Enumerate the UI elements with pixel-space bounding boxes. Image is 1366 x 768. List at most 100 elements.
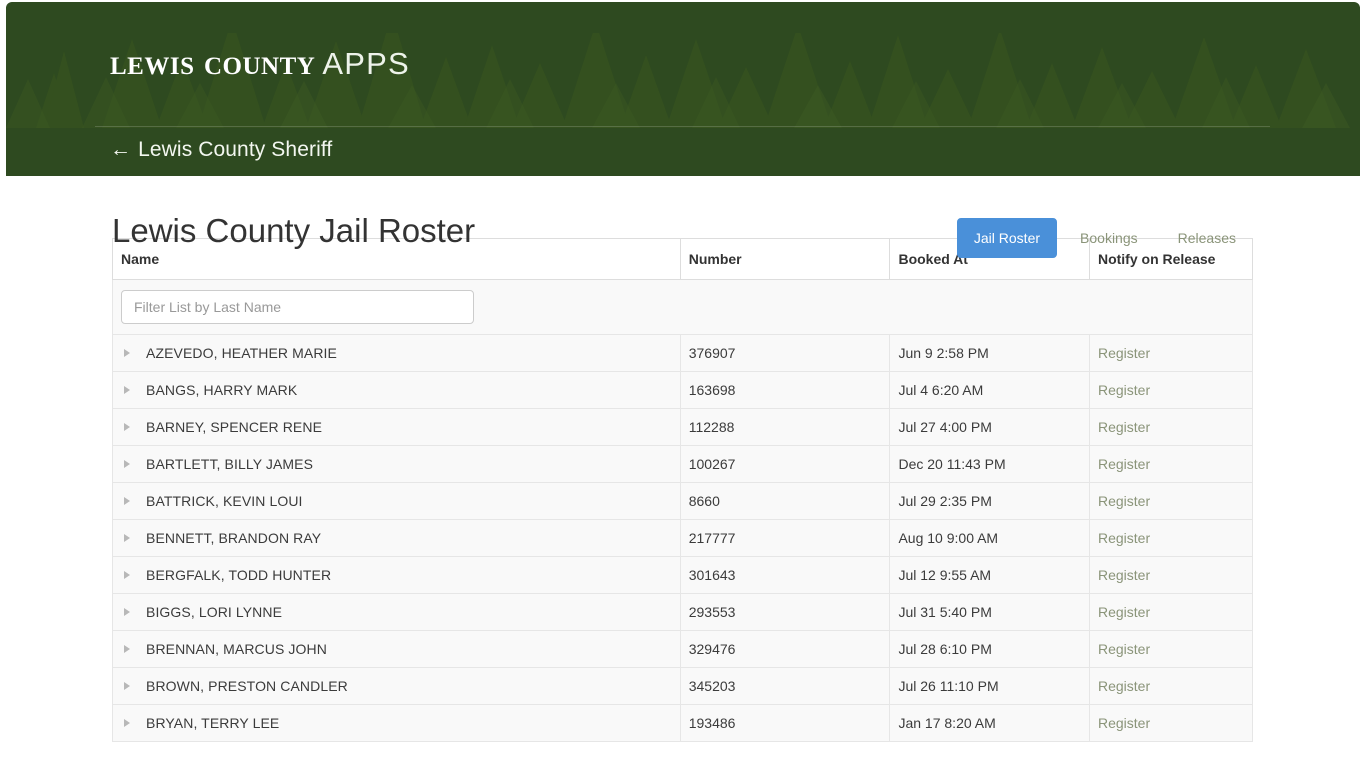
cell-name: BRYAN, TERRY LEE — [112, 704, 681, 742]
inmate-name: BATTRICK, KEVIN LOUI — [146, 493, 303, 509]
cell-notify-on-release: Register — [1088, 334, 1254, 372]
jail-roster-table: Name Number Booked At Notify on Release … — [112, 238, 1254, 742]
name-cell-inner: BARTLETT, BILLY JAMES — [121, 456, 672, 472]
main-content: Lewis County Jail Roster Jail Roster Boo… — [0, 176, 1366, 742]
cell-number: 293553 — [679, 593, 891, 631]
cell-notify-on-release: Register — [1088, 630, 1254, 668]
inmate-name: BANGS, HARRY MARK — [146, 382, 298, 398]
cell-booked-at: Jan 17 8:20 AM — [889, 704, 1090, 742]
cell-number: 345203 — [679, 667, 891, 705]
site-header: Lewis County APPS ← Lewis County Sheriff — [6, 2, 1360, 176]
cell-booked-at: Jun 9 2:58 PM — [889, 334, 1090, 372]
cell-number: 193486 — [679, 704, 891, 742]
name-cell-inner: AZEVEDO, HEATHER MARIE — [121, 345, 672, 361]
cell-name: BARNEY, SPENCER RENE — [112, 408, 681, 446]
cell-booked-at: Jul 31 5:40 PM — [889, 593, 1090, 631]
column-header-number: Number — [679, 238, 891, 280]
expand-triangle-icon[interactable] — [124, 534, 130, 542]
cell-notify-on-release: Register — [1088, 667, 1254, 705]
name-cell-inner: BERGFALK, TODD HUNTER — [121, 567, 672, 583]
table-row[interactable]: BROWN, PRESTON CANDLER 345203 Jul 26 11:10… — [112, 667, 1254, 705]
table-row[interactable]: AZEVEDO, HEATHER MARIE 376907 Jun 9 2:58 P… — [112, 334, 1254, 372]
back-to-sheriff-label: Lewis County Sheriff — [138, 138, 333, 161]
left-arrow-icon: ← — [110, 138, 132, 161]
cell-notify-on-release: Register — [1088, 593, 1254, 631]
filter-cell — [112, 279, 1253, 335]
table-body: AZEVEDO, HEATHER MARIE 376907Jun 9 2:58 P… — [112, 279, 1254, 742]
expand-triangle-icon[interactable] — [124, 608, 130, 616]
table-row[interactable]: BENNETT, BRANDON RAY 217777 Aug 10 9:00 AM… — [112, 519, 1254, 557]
cell-name: BRENNAN, MARCUS JOHN — [112, 630, 681, 668]
register-link[interactable]: Register — [1098, 456, 1150, 472]
inmate-name: BRENNAN, MARCUS JOHN — [146, 641, 327, 657]
expand-triangle-icon[interactable] — [124, 386, 130, 394]
expand-triangle-icon[interactable] — [124, 571, 130, 579]
cell-notify-on-release: Register — [1088, 704, 1254, 742]
register-link[interactable]: Register — [1098, 382, 1150, 398]
cell-name: BIGGS, LORI LYNNE — [112, 593, 681, 631]
expand-triangle-icon[interactable] — [124, 645, 130, 653]
expand-triangle-icon[interactable] — [124, 423, 130, 431]
table-row[interactable]: BERGFALK, TODD HUNTER 301643 Jul 12 9:55 A… — [112, 556, 1254, 594]
expand-triangle-icon[interactable] — [124, 682, 130, 690]
register-link[interactable]: Register — [1098, 604, 1150, 620]
page-header-row: Lewis County Jail Roster Jail Roster Boo… — [112, 176, 1253, 259]
inmate-name: BROWN, PRESTON CANDLER — [146, 678, 348, 694]
register-link[interactable]: Register — [1098, 493, 1150, 509]
name-cell-inner: BROWN, PRESTON CANDLER — [121, 678, 672, 694]
register-link[interactable]: Register — [1098, 419, 1150, 435]
cell-booked-at: Jul 29 2:35 PM — [889, 482, 1090, 520]
name-cell-inner: BRYAN, TERRY LEE — [121, 715, 672, 731]
cell-number: 217777 — [679, 519, 891, 557]
register-link[interactable]: Register — [1098, 715, 1150, 731]
cell-booked-at: Aug 10 9:00 AM — [889, 519, 1090, 557]
register-link[interactable]: Register — [1098, 678, 1150, 694]
cell-booked-at: Jul 4 6:20 AM — [889, 371, 1090, 409]
cell-name: BROWN, PRESTON CANDLER — [112, 667, 681, 705]
tab-bookings[interactable]: Bookings — [1063, 218, 1155, 258]
cell-booked-at: Dec 20 11:43 PM — [889, 445, 1090, 483]
expand-triangle-icon[interactable] — [124, 719, 130, 727]
table-row[interactable]: BATTRICK, KEVIN LOUI 8660 Jul 29 2:35 PM Re… — [112, 482, 1254, 520]
cell-number: 301643 — [679, 556, 891, 594]
name-cell-inner: BARNEY, SPENCER RENE — [121, 419, 672, 435]
back-to-sheriff-link[interactable]: ← Lewis County Sheriff — [110, 138, 332, 162]
inmate-name: BIGGS, LORI LYNNE — [146, 604, 283, 620]
cell-booked-at: Jul 12 9:55 AM — [889, 556, 1090, 594]
name-cell-inner: BENNETT, BRANDON RAY — [121, 530, 672, 546]
name-cell-inner: BATTRICK, KEVIN LOUI — [121, 493, 672, 509]
register-link[interactable]: Register — [1098, 530, 1150, 546]
expand-triangle-icon[interactable] — [124, 497, 130, 505]
table-row[interactable]: BANGS, HARRY MARK 163698 Jul 4 6:20 AM Regi… — [112, 371, 1254, 409]
cell-notify-on-release: Register — [1088, 408, 1254, 446]
cell-number: 163698 — [679, 371, 891, 409]
cell-notify-on-release: Register — [1088, 371, 1254, 409]
brand-primary-text: Lewis County — [110, 42, 316, 82]
cell-booked-at: Jul 27 4:00 PM — [889, 408, 1090, 446]
name-cell-inner: BANGS, HARRY MARK — [121, 382, 672, 398]
cell-booked-at: Jul 26 11:10 PM — [889, 667, 1090, 705]
tab-jail-roster[interactable]: Jail Roster — [956, 218, 1058, 259]
filter-row — [112, 279, 1253, 335]
cell-name: BATTRICK, KEVIN LOUI — [112, 482, 681, 520]
header-divider — [95, 126, 1270, 127]
inmate-name: BENNETT, BRANDON RAY — [146, 530, 322, 546]
table-row[interactable]: BARTLETT, BILLY JAMES 100267 Dec 20 11:43 … — [112, 445, 1254, 483]
expand-triangle-icon[interactable] — [124, 349, 130, 357]
name-cell-inner: BIGGS, LORI LYNNE — [121, 604, 672, 620]
expand-triangle-icon[interactable] — [124, 460, 130, 468]
register-link[interactable]: Register — [1098, 345, 1150, 361]
register-link[interactable]: Register — [1098, 567, 1150, 583]
table-row[interactable]: BRYAN, TERRY LEE 193486 Jan 17 8:20 AM Regi… — [112, 704, 1254, 742]
inmate-name: BARTLETT, BILLY JAMES — [146, 456, 314, 472]
cell-number: 329476 — [679, 630, 891, 668]
register-link[interactable]: Register — [1098, 641, 1150, 657]
table-row[interactable]: BRENNAN, MARCUS JOHN 329476 Jul 28 6:10 PM… — [112, 630, 1254, 668]
cell-notify-on-release: Register — [1088, 482, 1254, 520]
cell-name: BANGS, HARRY MARK — [112, 371, 681, 409]
table-row[interactable]: BARNEY, SPENCER RENE 112288 Jul 27 4:00 PM… — [112, 408, 1254, 446]
cell-booked-at: Jul 28 6:10 PM — [889, 630, 1090, 668]
tab-releases[interactable]: Releases — [1161, 218, 1253, 258]
filter-input[interactable] — [121, 290, 474, 324]
table-row[interactable]: BIGGS, LORI LYNNE 293553 Jul 31 5:40 PM Reg… — [112, 593, 1254, 631]
